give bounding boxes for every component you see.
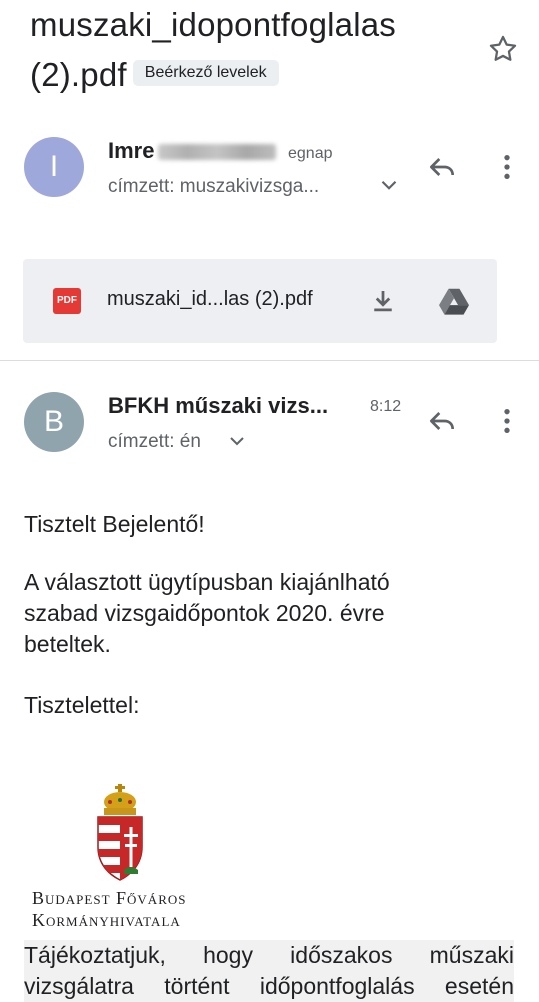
body-line: beteltek. <box>24 631 111 657</box>
pdf-icon: PDF <box>53 288 81 314</box>
message-divider <box>0 360 539 361</box>
notice-line: vizsgálatra történt időpontfoglalás eset… <box>24 973 514 999</box>
closing-text: Tisztelettel: <box>24 692 140 718</box>
subject-line-2: (2).pdf Beérkező levelek <box>30 50 470 100</box>
chevron-down-icon[interactable] <box>225 429 249 453</box>
logo-line-2: Kormányhivatala <box>32 910 181 931</box>
subject-line-1: muszaki_idopontfoglalas <box>30 6 396 43</box>
attachment-name[interactable]: muszaki_id...las (2).pdf <box>107 288 313 311</box>
recipient-line[interactable]: címzett: muszakivizsga... <box>108 176 319 198</box>
star-outline-icon[interactable] <box>486 32 520 66</box>
message-time: egnap <box>288 145 333 162</box>
inbox-label-chip[interactable]: Beérkező levelek <box>132 60 279 87</box>
logo-line-2-text: Kormányhivatala <box>32 910 181 930</box>
reply-icon[interactable] <box>426 405 458 437</box>
drive-icon[interactable] <box>437 286 471 316</box>
more-vert-icon[interactable] <box>491 151 523 183</box>
redacted-sender-email <box>158 144 277 161</box>
reply-icon[interactable] <box>426 151 458 183</box>
download-icon[interactable] <box>368 286 398 316</box>
body-line: A választott ügytípusban kiajánlható <box>24 569 390 595</box>
chevron-down-icon[interactable] <box>376 172 402 198</box>
attachment-card[interactable]: PDF muszaki_id...las (2).pdf <box>23 259 497 343</box>
message-time: 8:12 <box>370 398 402 415</box>
body-paragraph: A választott ügytípusban kiajánlható sza… <box>24 567 390 660</box>
sender-name-text: Imre <box>108 138 155 163</box>
coat-of-arms-icon <box>97 784 143 881</box>
sender-avatar[interactable]: B <box>24 392 84 452</box>
notice-paragraph: Tájékoztatjuk, hogy időszakos műszaki vi… <box>24 940 514 1002</box>
logo-line-1-text: Budapest Főváros <box>32 888 187 908</box>
notice-line: Tájékoztatjuk, hogy időszakos műszaki <box>24 942 514 968</box>
recipient-line[interactable]: címzett: én <box>108 431 201 453</box>
email-subject: muszaki_idopontfoglalas (2).pdf Beérkező … <box>30 0 470 100</box>
logo-line-1: Budapest Főváros <box>32 888 186 909</box>
sender-name[interactable]: Imre <box>108 138 277 164</box>
subject-line-2-text: (2).pdf <box>30 56 127 93</box>
sender-avatar[interactable]: I <box>24 137 84 197</box>
more-vert-icon[interactable] <box>491 405 523 437</box>
sender-name[interactable]: BFKH műszaki vizs... <box>108 393 328 419</box>
greeting-text: Tisztelt Bejelentő! <box>24 511 205 537</box>
body-line: szabad vizsgaidőpontok 2020. évre <box>24 600 385 626</box>
